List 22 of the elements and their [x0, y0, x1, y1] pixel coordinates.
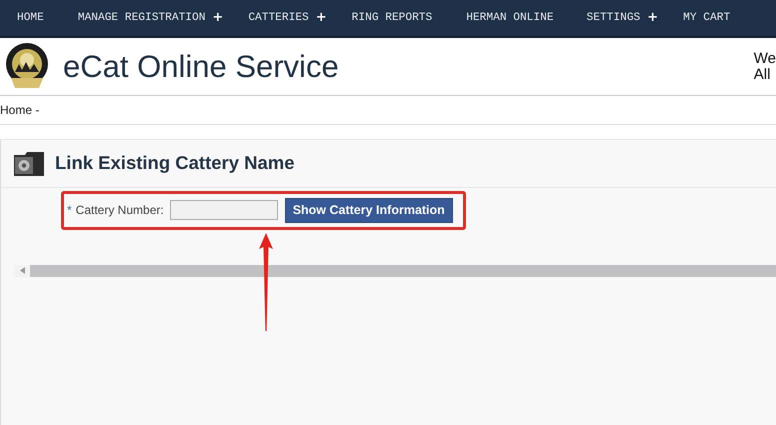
- nav-link[interactable]: HOME: [17, 10, 44, 26]
- nav-link[interactable]: SETTINGS: [586, 10, 640, 26]
- nav-link[interactable]: HERMAN ONLINE: [466, 10, 554, 26]
- header-text: All: [754, 66, 772, 82]
- breadcrumb-link[interactable]: Home -: [0, 101, 40, 119]
- panel-title: Link Existing Cattery Name: [55, 152, 295, 175]
- site-title: eCat Online Service: [63, 51, 339, 82]
- show-button[interactable]: Show Cattery Information: [284, 198, 453, 223]
- folder-gear-icon: [13, 150, 45, 176]
- scroll-thumb[interactable]: [30, 264, 776, 277]
- nav-link[interactable]: MANAGE REGISTRATION: [78, 10, 206, 26]
- cattery-number-field[interactable]: [170, 200, 278, 220]
- nav-link[interactable]: MY CART: [683, 10, 730, 26]
- expand-icon[interactable]: +: [647, 8, 658, 28]
- required-mark: *: [67, 202, 72, 220]
- nav-link[interactable]: RING REPORTS: [352, 10, 432, 26]
- expand-icon[interactable]: +: [316, 8, 327, 28]
- nav-link[interactable]: CATTERIES: [248, 10, 309, 26]
- scroll-left-icon[interactable]: [14, 264, 30, 277]
- expand-icon[interactable]: +: [212, 8, 224, 28]
- field-label: Cattery Number:: [76, 202, 164, 220]
- header-text: We: [754, 50, 776, 66]
